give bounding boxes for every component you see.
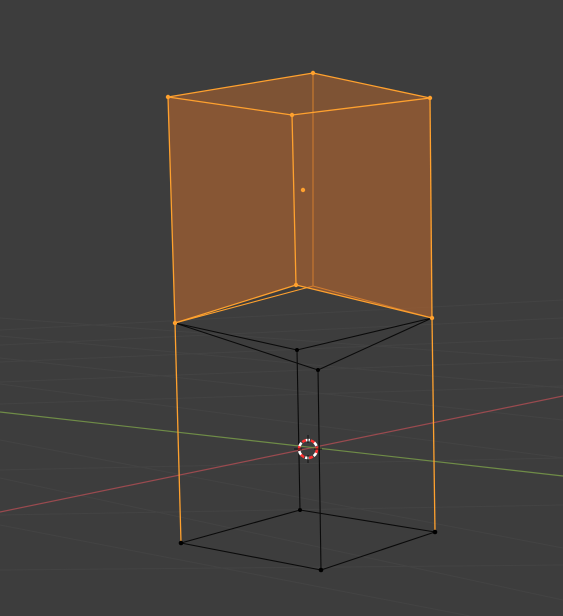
selected-face-front-left[interactable] xyxy=(168,97,296,323)
x-axis-line xyxy=(0,395,563,513)
vertex xyxy=(429,315,435,321)
vertex xyxy=(310,70,316,76)
vertex xyxy=(316,368,320,372)
3d-viewport[interactable] xyxy=(0,0,563,616)
vertex xyxy=(318,567,324,573)
vertex xyxy=(293,282,299,288)
vertex xyxy=(165,94,171,100)
vertex xyxy=(178,540,184,546)
vertex xyxy=(298,508,302,512)
selected-face-front-right[interactable] xyxy=(292,98,432,318)
vertex xyxy=(432,529,438,535)
floor-grid xyxy=(0,299,563,616)
vertex xyxy=(172,320,178,326)
object-origin-dot xyxy=(300,187,306,193)
vertex xyxy=(295,348,299,352)
y-axis-line xyxy=(0,411,563,477)
vertex xyxy=(427,95,433,101)
vertex xyxy=(289,112,295,118)
